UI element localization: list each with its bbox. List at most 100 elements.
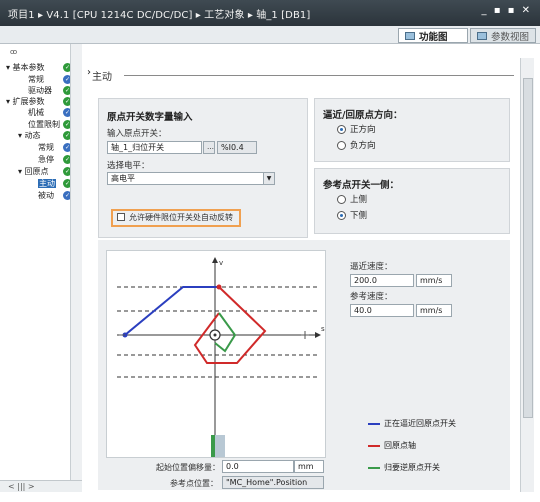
ref-side-lower-radio[interactable]: 下侧 xyxy=(337,209,367,221)
tree-item-label: ▾ 动态 xyxy=(18,131,41,140)
auto-reverse-label: 允许硬件限位开关处自动反转 xyxy=(129,213,233,222)
param-view-icon xyxy=(477,31,487,40)
tree-item-label: 被动 xyxy=(38,191,54,200)
tree-item-label: 机械 xyxy=(28,108,44,117)
level-label: 选择电平： xyxy=(107,161,150,171)
legend-green-swatch xyxy=(368,466,380,469)
content-area: › 主动 原点开关数字量输入 输入原点开关： 轴_1_归位开关 … %I0.4 … xyxy=(84,44,524,492)
section-arrow-icon: › xyxy=(87,67,91,78)
section-divider xyxy=(124,75,514,76)
tree-item-mechanics[interactable]: 机械 xyxy=(28,107,44,118)
view-toolbar: 功能图 参数视图 xyxy=(0,26,540,44)
breadcrumb: 项目1 ▸ V4.1 [CPU 1214C DC/DC/DC] ▸ 工艺对象 ▸… xyxy=(8,9,311,21)
auto-reverse-checkbox[interactable] xyxy=(117,213,125,221)
direction-negative-label: 负方向 xyxy=(350,141,376,151)
tree-item-label: 常规 xyxy=(28,75,44,84)
tree-item-label: 位置限制 xyxy=(28,120,60,129)
legend-green-label: 归要逆原点开关 xyxy=(384,463,440,472)
direction-negative-radio[interactable]: 负方向 xyxy=(337,139,376,151)
radio-icon xyxy=(337,140,346,150)
ref-speed-label: 参考速度： xyxy=(350,292,393,302)
direction-positive-radio[interactable]: 正方向 xyxy=(337,123,376,135)
ref-side-lower-label: 下侧 xyxy=(350,211,368,221)
homing-diagram-svg: v s xyxy=(117,257,325,457)
tree-item-label: 主动 xyxy=(38,179,56,188)
tree-item-dynamics[interactable]: ▾ 动态 xyxy=(18,130,41,141)
ref-switch-edge xyxy=(211,435,215,457)
offset-unit: mm xyxy=(294,460,324,473)
homing-diagram: v s xyxy=(106,250,326,458)
tab-function-view-label: 功能图 xyxy=(419,31,448,43)
scrollbar-thumb[interactable] xyxy=(523,78,533,418)
radio-selected-icon xyxy=(337,210,346,220)
window-controls[interactable]: _ ▪ ▪ ✕ xyxy=(482,5,532,16)
direction-panel: 逼近/回原点方向： 正方向 负方向 xyxy=(314,98,510,162)
function-view-icon xyxy=(405,31,415,40)
ref-side-upper-label: 上侧 xyxy=(350,195,368,205)
direction-title: 逼近/回原点方向： xyxy=(323,110,403,121)
tree-item-label: 常规 xyxy=(38,143,54,152)
home-switch-title: 原点开关数字量输入 xyxy=(107,112,193,123)
ref-speed-field[interactable]: 40.0 xyxy=(350,304,414,317)
tree-item-basic-params[interactable]: ▾ 基本参数 xyxy=(6,62,45,73)
legend-green: 归要逆原点开关 xyxy=(368,462,440,473)
radio-selected-icon xyxy=(337,124,346,134)
tree-item-active-homing[interactable]: 主动 xyxy=(38,178,56,189)
offset-field[interactable]: 0.0 xyxy=(222,460,294,473)
sidebar-splitter[interactable] xyxy=(70,44,82,492)
level-select[interactable]: 高电平 xyxy=(107,172,275,185)
home-switch-panel: 原点开关数字量输入 输入原点开关： 轴_1_归位开关 … %I0.4 选择电平：… xyxy=(98,98,308,238)
radio-icon xyxy=(337,194,346,204)
tree-item-label: 急停 xyxy=(38,155,54,164)
tree-item-label: ▾ 回原点 xyxy=(18,167,49,176)
home-point-center xyxy=(213,333,217,337)
tree-item-extended-params[interactable]: ▾ 扩展参数 xyxy=(6,96,45,107)
ref-side-title: 参考点开关一侧： xyxy=(323,180,400,191)
legend-red-swatch xyxy=(368,444,380,447)
tree-item-general[interactable]: 常规 xyxy=(28,74,44,85)
tree-item-drive[interactable]: 驱动器 xyxy=(28,85,52,96)
direction-positive-label: 正方向 xyxy=(350,125,376,135)
legend-blue-label: 正在逼近回原点开关 xyxy=(384,419,456,428)
tab-param-view[interactable]: 参数视图 xyxy=(470,28,536,43)
reverse-point xyxy=(216,284,222,290)
offset-label: 起始位置偏移量： xyxy=(156,463,220,472)
section-title: 主动 xyxy=(92,72,112,83)
home-switch-input-label: 输入原点开关： xyxy=(107,129,167,139)
refpos-field: "MC_Home".Position xyxy=(222,476,324,489)
v-axis-arrow xyxy=(212,257,218,263)
tree-item-label: 驱动器 xyxy=(28,86,52,95)
tab-param-view-label: 参数视图 xyxy=(491,31,530,43)
tree-item-homing[interactable]: ▾ 回原点 xyxy=(18,166,49,177)
tree-view-icon[interactable]: ꝏ xyxy=(10,48,17,56)
tree-item-passive-homing[interactable]: 被动 xyxy=(38,190,54,201)
sidebar-horizontal-scrollbar[interactable]: < ||| > xyxy=(0,480,82,492)
chevron-down-icon[interactable]: ▼ xyxy=(263,172,275,185)
tree-item-dynamics-general[interactable]: 常规 xyxy=(38,142,54,153)
s-axis-label: s xyxy=(321,325,325,333)
content-vertical-scrollbar[interactable] xyxy=(520,58,534,492)
tab-function-view[interactable]: 功能图 xyxy=(398,28,468,43)
ref-side-upper-radio[interactable]: 上侧 xyxy=(337,193,367,205)
tree-item-emergency-stop[interactable]: 急停 xyxy=(38,154,54,165)
tree-item-label: ▾ 基本参数 xyxy=(6,63,45,72)
v-axis-label: v xyxy=(219,259,223,267)
approach-speed-label: 逼近速度： xyxy=(350,262,393,272)
title-bar: 项目1 ▸ V4.1 [CPU 1214C DC/DC/DC] ▸ 工艺对象 ▸… xyxy=(0,0,540,26)
homing-diagram-panel: v s 逼近速度： 200.0 mm/s 参考速度： 40.0 mm/s 正在逼… xyxy=(98,240,510,490)
refpos-label: 参考点位置： xyxy=(170,479,218,488)
legend-red-label: 回原点轴 xyxy=(384,441,416,450)
legend-blue-swatch xyxy=(368,422,380,425)
approach-speed-field[interactable]: 200.0 xyxy=(350,274,414,287)
home-switch-input-field[interactable]: 轴_1_归位开关 xyxy=(107,141,202,154)
scroll-arrows[interactable]: < ||| > xyxy=(8,482,35,491)
legend-blue: 正在逼近回原点开关 xyxy=(368,418,456,429)
ref-side-panel: 参考点开关一侧： 上侧 下侧 xyxy=(314,168,510,234)
tree-item-position-limits[interactable]: 位置限制 xyxy=(28,119,60,130)
home-switch-address: %I0.4 xyxy=(217,141,257,154)
approach-speed-unit: mm/s xyxy=(416,274,452,287)
browse-button[interactable]: … xyxy=(203,141,215,154)
ref-speed-unit: mm/s xyxy=(416,304,452,317)
tree-item-label: ▾ 扩展参数 xyxy=(6,97,45,106)
legend-red: 回原点轴 xyxy=(368,440,416,451)
